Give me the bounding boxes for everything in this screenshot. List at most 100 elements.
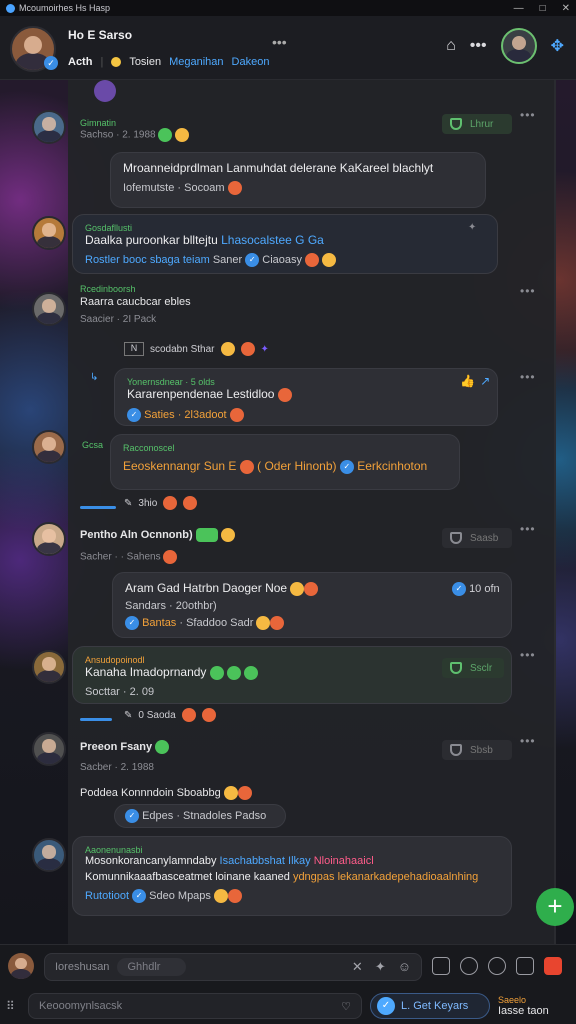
user-avatar[interactable]	[8, 953, 34, 979]
avatar[interactable]	[32, 650, 66, 684]
live-icon[interactable]	[544, 957, 562, 975]
avatar[interactable]	[32, 292, 66, 326]
status-badge: Saasb	[442, 528, 512, 548]
status-dot-icon	[111, 57, 122, 67]
message-input[interactable]: Ioreshusan Ghhdlr ✕ ✦ ☺	[44, 953, 422, 981]
message-bubble[interactable]: Racconoscel Eeoskennangr Sun E ( Oder Hi…	[110, 434, 460, 490]
avatar[interactable]	[32, 838, 66, 872]
record-icon[interactable]	[460, 957, 478, 975]
camera-icon[interactable]	[516, 957, 534, 975]
message-menu-icon[interactable]: •••	[520, 108, 536, 122]
read-indicator	[80, 718, 112, 721]
message-meta: Sacher · · Sahens	[80, 550, 235, 564]
message-meta: Socttar · 2. 09	[85, 685, 155, 698]
system-line: N scodabn Sthar ✦	[124, 342, 269, 356]
message-header: Rcedinboorsh Raarra caucbcar ebles Saaci…	[80, 284, 191, 325]
app-logo-icon	[6, 3, 15, 13]
header-name: Acth	[68, 56, 93, 68]
minimize-button[interactable]: —	[514, 3, 524, 14]
message-menu-icon[interactable]: •••	[520, 522, 536, 536]
message-sub: ✓ Saties · 2l3adoot	[127, 407, 485, 422]
emoji-icon	[175, 128, 190, 142]
home-icon[interactable]: ⌂	[446, 37, 456, 55]
message-meta: Sacber · 2. 1988	[80, 762, 154, 773]
search-input[interactable]: Keooomynlsacsk ♡	[28, 993, 362, 1019]
header-subline: Acth | Tosien Meganihan Dakeon	[68, 56, 269, 68]
header-link-2[interactable]: Meganihan	[169, 56, 223, 68]
get-keys-button[interactable]: ✓ L. Get Keyars	[370, 993, 490, 1019]
system-line: ✎ 0 Saoda	[124, 708, 216, 722]
message-bubble[interactable]: Yonernsdnear · 5 olds Kararenpendenae Le…	[114, 368, 498, 426]
composer-tools	[432, 957, 562, 975]
message-sub: Sandars · 20othbr)	[125, 599, 217, 612]
message-text: Eeoskennangr Sun E ( Oder Hinonb) ✓ Eerk…	[123, 459, 428, 474]
input-pill[interactable]: Ghhdlr	[117, 958, 187, 976]
header-link-3[interactable]: Dakeon	[232, 56, 270, 68]
channel-icon	[94, 80, 116, 102]
link-icon: ✓	[245, 253, 260, 267]
message-meta: Saacier · 2I Pack	[80, 314, 157, 325]
status-badge: Lhrur	[442, 114, 512, 134]
new-message-button[interactable]: +	[536, 888, 574, 926]
message-menu-icon[interactable]: •••	[520, 734, 536, 748]
link-chip[interactable]: ✓ Edpes · Stnadoles Padso	[114, 804, 286, 828]
message-text: Kararenpendenae Lestidloo	[127, 387, 485, 402]
composer-bottom-row: ⠿ Keooomynlsacsk ♡ ✓ L. Get Keyars Saeel…	[6, 991, 570, 1021]
price-label: Saeelo Iasse taon	[498, 995, 549, 1017]
avatar[interactable]	[32, 430, 66, 464]
emoji-icon	[158, 128, 173, 142]
close-button[interactable]: ✕	[562, 3, 570, 14]
shield-icon	[450, 532, 462, 544]
message-tag: Aaonenunasbi	[85, 845, 143, 855]
verified-icon: ✓	[44, 56, 58, 70]
message-menu-icon[interactable]: •••	[520, 370, 536, 384]
message-tag: Gimnatin	[80, 118, 117, 128]
maximize-button[interactable]: □	[540, 3, 546, 14]
message-content: Poddea Konnndoin Sboabbg	[80, 786, 252, 800]
message-bubble[interactable]: Aaonenunasbi Mosonkorancanylamndaby Isac…	[72, 836, 512, 916]
message-author: Pentho Aln Ocnnonb)	[80, 528, 235, 542]
message-sub: Iofemutste · Socoam	[123, 181, 473, 195]
message-tag: Rcedinboorsh	[80, 284, 136, 294]
message-header: Gimnatin Sachso · 2. 1988	[80, 118, 190, 142]
heart-icon[interactable]: ♡	[341, 1000, 351, 1013]
compass-icon[interactable]: ✥	[551, 36, 564, 56]
message-text: Kanaha Imadoprnandy	[85, 665, 499, 680]
gif-icon[interactable]	[488, 957, 506, 975]
message-bubble[interactable]: Mroanneidprdlman Lanmuhdat delerane KaKa…	[110, 152, 486, 208]
message-text: Daalka puroonkar blltejtu Lhasocalstee G…	[85, 233, 324, 247]
message-tag: Racconoscel	[123, 443, 175, 453]
like-icon[interactable]: 👍 ↗	[460, 374, 491, 388]
window-title: Mcoumoirhes Hs Hasp	[19, 3, 111, 13]
avatar[interactable]	[32, 110, 66, 144]
clear-icon[interactable]: ✕	[352, 959, 363, 975]
pin-icon[interactable]: ✦	[468, 222, 477, 233]
partner-avatar[interactable]	[500, 28, 537, 64]
sparkle-icon[interactable]: ✦	[375, 959, 386, 975]
attach-icon[interactable]	[432, 957, 450, 975]
system-line: ✎ 3hio	[124, 496, 198, 510]
key-icon: ✓	[377, 997, 395, 1015]
message-text: Mroanneidprdlman Lanmuhdat delerane KaKa…	[123, 161, 434, 175]
header-link-1[interactable]: Tosien	[129, 56, 161, 68]
window-titlebar: Mcoumoirhes Hs Hasp — □ ✕	[0, 0, 576, 16]
emoji-icon	[227, 181, 242, 195]
avatar[interactable]	[32, 216, 66, 250]
chat-scrollbar[interactable]	[554, 80, 556, 944]
shield-icon	[450, 662, 462, 674]
message-header: Preeon Fsany Sacber · 2. 1988	[80, 740, 170, 773]
message-menu-icon[interactable]: •••	[520, 284, 536, 298]
more-options-icon[interactable]: •••	[470, 37, 487, 55]
status-badge: Sbsb	[442, 740, 512, 760]
status-badge: Ssclr	[442, 658, 504, 678]
message-menu-icon[interactable]: •••	[520, 648, 536, 662]
avatar[interactable]	[32, 522, 66, 556]
grid-icon[interactable]: ⠿	[6, 999, 20, 1013]
message-text: Mosonkorancanylamndaby Isachabbshat Ilka…	[85, 855, 374, 867]
avatar[interactable]	[32, 732, 66, 766]
message-bubble[interactable]: Gosdafllusti Daalka puroonkar blltejtu L…	[72, 214, 498, 274]
emoji-picker-icon[interactable]: ☺	[398, 959, 411, 975]
chat-title: Ho E Sarso	[68, 28, 133, 42]
reaction-count[interactable]: ✓ 10 ofn	[452, 582, 500, 596]
header-more-icon[interactable]: •••	[272, 34, 287, 50]
